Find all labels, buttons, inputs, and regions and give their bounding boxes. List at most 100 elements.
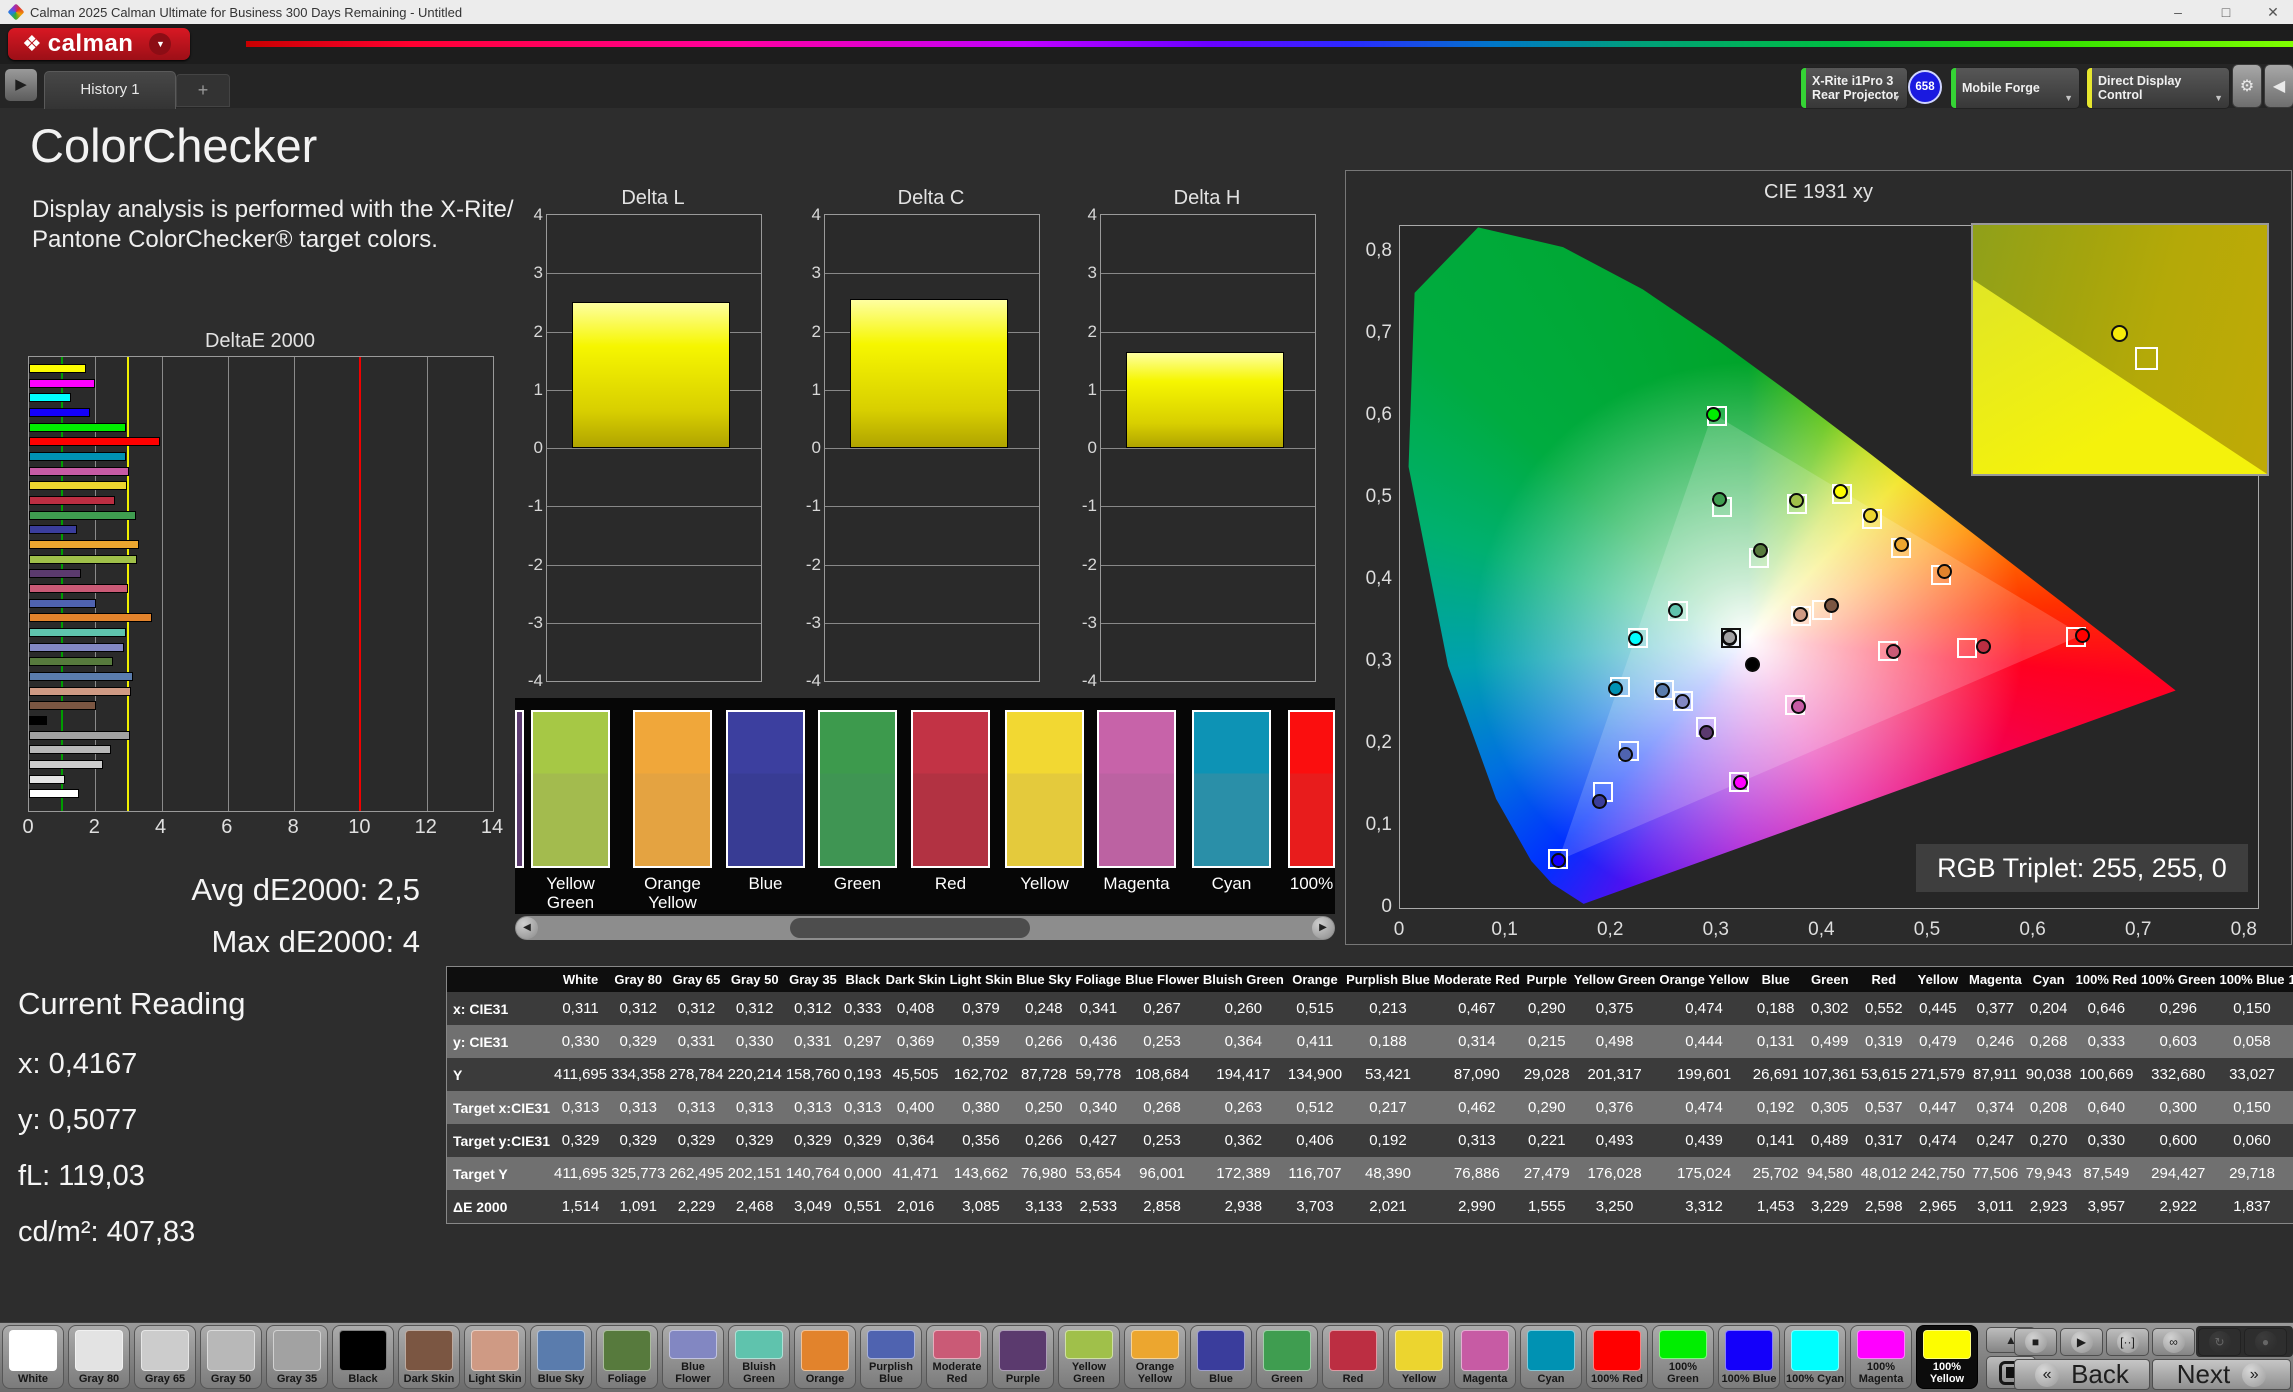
table-cell: 0,297 bbox=[842, 1025, 884, 1058]
strip-swatch-label: Yellow Green bbox=[524, 874, 617, 912]
refresh-icon: ↻ bbox=[2209, 1331, 2231, 1353]
strip-swatch-100-red[interactable] bbox=[1288, 710, 1335, 868]
table-cell: 0,552 bbox=[1859, 992, 1909, 1025]
scroll-right-icon[interactable]: ▶ bbox=[1312, 917, 1334, 939]
table-cell: 0,474 bbox=[1657, 1091, 1750, 1124]
scrollbar-thumb[interactable] bbox=[790, 918, 1030, 938]
strip-swatch-orange-yellow[interactable] bbox=[633, 710, 712, 868]
table-cell: 0,313 bbox=[726, 1091, 784, 1124]
table-cell: 2,990 bbox=[1432, 1190, 1522, 1224]
table-cell: 87,728 bbox=[1014, 1058, 1073, 1091]
patch-button-100-magenta[interactable]: 100% Magenta bbox=[1850, 1325, 1912, 1389]
table-cell: 0,270 bbox=[2024, 1124, 2074, 1157]
patch-button-bluish-green[interactable]: Bluish Green bbox=[728, 1325, 790, 1389]
patch-button-green[interactable]: Green bbox=[1256, 1325, 1318, 1389]
meter-dropdown-xrite[interactable]: X-Rite i1Pro 3 Rear Projector ▼ bbox=[1800, 67, 1908, 109]
strip-swatch-green[interactable] bbox=[818, 710, 897, 868]
patch-button-purplish-blue[interactable]: Purplish Blue bbox=[860, 1325, 922, 1389]
axis-tick-label: 2 bbox=[797, 322, 821, 342]
table-column-header: Black bbox=[842, 967, 884, 993]
patch-button-blue-flower[interactable]: Blue Flower bbox=[662, 1325, 724, 1389]
close-button[interactable]: ✕ bbox=[2250, 0, 2293, 24]
patch-button-100-red[interactable]: 100% Red bbox=[1586, 1325, 1648, 1389]
next-button[interactable]: Next » bbox=[2152, 1359, 2291, 1390]
strip-swatch-blue[interactable] bbox=[726, 710, 805, 868]
settings-button[interactable]: ⚙ bbox=[2232, 64, 2262, 108]
source-dropdown-mobile-forge[interactable]: Mobile Forge ▼ bbox=[1950, 67, 2080, 109]
table-cell: 48,012 bbox=[1859, 1157, 1909, 1190]
patch-button-gray-80[interactable]: Gray 80 bbox=[68, 1325, 130, 1389]
tab-history-1[interactable]: History 1 bbox=[44, 71, 176, 109]
table-cell: 0,312 bbox=[784, 992, 842, 1025]
patch-button-yellow-green[interactable]: Yellow Green bbox=[1058, 1325, 1120, 1389]
table-column-header: Orange Yellow bbox=[1657, 967, 1750, 993]
patch-button-moderate-red[interactable]: Moderate Red bbox=[926, 1325, 988, 1389]
cie-measured-point bbox=[1894, 537, 1909, 552]
strip-swatch-purple[interactable] bbox=[515, 710, 524, 868]
rainbow-accent-strip bbox=[246, 41, 2293, 47]
axis-tick-label: 4 bbox=[797, 205, 821, 225]
strip-swatch-magenta[interactable] bbox=[1097, 710, 1176, 868]
patch-button-100-green[interactable]: 100% Green bbox=[1652, 1325, 1714, 1389]
patch-button-gray-65[interactable]: Gray 65 bbox=[134, 1325, 196, 1389]
strip-swatch-cyan[interactable] bbox=[1192, 710, 1271, 868]
patch-button-blue-sky[interactable]: Blue Sky bbox=[530, 1325, 592, 1389]
patch-selector-bar: ▲ « Back Next » WhiteGray 80Gray 65Gray … bbox=[0, 1322, 2293, 1392]
patch-button-100-yellow[interactable]: 100% Yellow bbox=[1916, 1325, 1978, 1389]
patch-button-cyan[interactable]: Cyan bbox=[1520, 1325, 1582, 1389]
patch-button-purple[interactable]: Purple bbox=[992, 1325, 1054, 1389]
calman-menu-button[interactable]: ❖ calman ▼ bbox=[8, 28, 190, 60]
collapse-panel-button[interactable]: ◀ bbox=[2264, 64, 2293, 108]
patch-button-label: Gray 35 bbox=[277, 1371, 317, 1388]
table-cell: 0,489 bbox=[1801, 1124, 1859, 1157]
tab-scroll-button[interactable]: ▶ bbox=[5, 69, 37, 101]
minimize-button[interactable]: – bbox=[2155, 0, 2201, 24]
patch-button-foliage[interactable]: Foliage bbox=[596, 1325, 658, 1389]
transport-stop-button[interactable]: ■ bbox=[2014, 1328, 2057, 1356]
patch-button-magenta[interactable]: Magenta bbox=[1454, 1325, 1516, 1389]
patch-button-red[interactable]: Red bbox=[1322, 1325, 1384, 1389]
table-cell: 0,313 bbox=[842, 1091, 884, 1124]
gridline bbox=[162, 357, 163, 811]
tab-bar: ▶ History 1 + X-Rite i1Pro 3 Rear Projec… bbox=[0, 64, 2293, 108]
patch-button-label: Magenta bbox=[1463, 1371, 1508, 1388]
patch-button-orange-yellow[interactable]: Orange Yellow bbox=[1124, 1325, 1186, 1389]
transport-loop-button[interactable]: ∞ bbox=[2152, 1328, 2195, 1356]
table-cell: 1,453 bbox=[1751, 1190, 1801, 1224]
patch-button-black[interactable]: Black bbox=[332, 1325, 394, 1389]
patch-button-gray-50[interactable]: Gray 50 bbox=[200, 1325, 262, 1389]
patch-button-white[interactable]: White bbox=[2, 1325, 64, 1389]
patch-button-100-cyan[interactable]: 100% Cyan bbox=[1784, 1325, 1846, 1389]
transport-play-button[interactable]: ▶ bbox=[2060, 1328, 2103, 1356]
back-button[interactable]: « Back bbox=[2014, 1359, 2150, 1390]
patch-button-blue[interactable]: Blue bbox=[1190, 1325, 1252, 1389]
strip-swatch-yellow-green[interactable] bbox=[531, 710, 610, 868]
table-cell: 0,329 bbox=[784, 1124, 842, 1157]
maximize-button[interactable]: □ bbox=[2203, 0, 2249, 24]
strip-swatch-red[interactable] bbox=[911, 710, 990, 868]
de2000-x-tick: 2 bbox=[74, 816, 114, 839]
table-cell: 1,555 bbox=[1522, 1190, 1572, 1224]
display-dropdown-direct-display-control[interactable]: Direct Display Control ▼ bbox=[2086, 67, 2230, 109]
transport-refresh-button: ↻ bbox=[2198, 1328, 2241, 1356]
de2000-bar bbox=[29, 437, 160, 446]
patch-button-light-skin[interactable]: Light Skin bbox=[464, 1325, 526, 1389]
patch-button-100-blue[interactable]: 100% Blue bbox=[1718, 1325, 1780, 1389]
de2000-chart-title: DeltaE 2000 bbox=[28, 330, 492, 353]
patch-color-chip bbox=[1461, 1330, 1509, 1371]
table-cell: 100,669 bbox=[2074, 1058, 2139, 1091]
window-title: Calman 2025 Calman Ultimate for Business… bbox=[30, 5, 462, 20]
add-tab-button[interactable]: + bbox=[176, 74, 230, 107]
strip-swatch-yellow[interactable] bbox=[1005, 710, 1084, 868]
patch-button-yellow[interactable]: Yellow bbox=[1388, 1325, 1450, 1389]
transport-step-button[interactable]: [··] bbox=[2106, 1328, 2149, 1356]
patch-button-dark-skin[interactable]: Dark Skin bbox=[398, 1325, 460, 1389]
patch-button-orange[interactable]: Orange bbox=[794, 1325, 856, 1389]
table-cell: 0,188 bbox=[1751, 992, 1801, 1025]
table-cell: 411,695 bbox=[552, 1157, 609, 1190]
table-cell: 0,439 bbox=[1657, 1124, 1750, 1157]
table-cell: 116,707 bbox=[1286, 1157, 1344, 1190]
scroll-left-icon[interactable]: ◀ bbox=[516, 917, 538, 939]
swatch-strip-scrollbar[interactable]: ◀ ▶ bbox=[515, 916, 1335, 940]
patch-button-gray-35[interactable]: Gray 35 bbox=[266, 1325, 328, 1389]
